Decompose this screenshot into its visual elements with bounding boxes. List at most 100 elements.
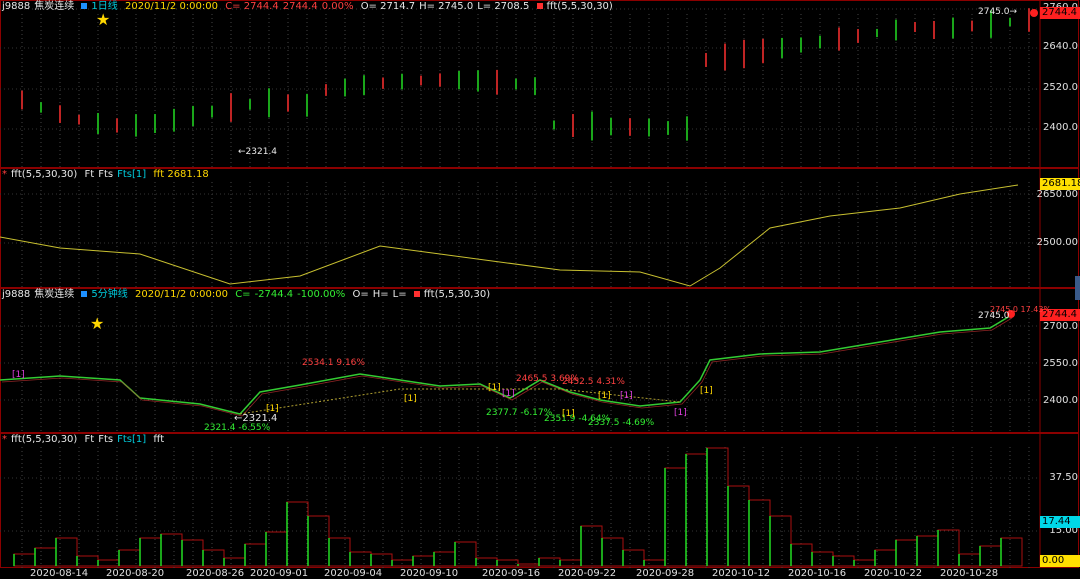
histogram-bar [223,557,246,567]
date-label: 2020-09-22 [558,568,617,579]
indicator-name[interactable]: fft(5,5,30,30) [424,289,490,300]
period-icon[interactable] [81,291,88,297]
histogram-bar [853,559,876,567]
histogram-bar [328,537,351,567]
scroll-handle[interactable] [1075,276,1080,300]
annotation: 2377.7 -6.17% [486,408,553,418]
star-icon: ★ [90,314,105,333]
pane-border [0,168,1079,288]
fft-histogram-plot[interactable] [0,433,1080,568]
high-value: H= 2745.0 [419,1,474,12]
histogram-bar [202,549,225,567]
last-value: 2744.4 [282,1,318,12]
annotation: 2452.5 4.31% [562,377,625,387]
histogram-bar [811,551,834,567]
signal-marker: [1] [562,409,575,419]
date-label: 2020-09-04 [324,568,383,579]
histogram-bar [244,543,267,567]
histogram-bar [601,537,624,567]
indicator-name[interactable]: fft(5,5,30,30) [11,169,77,180]
date-label: 2020-08-20 [106,568,165,579]
daily-candle-plot[interactable] [0,0,1080,168]
axis-label: 2550.0 [1043,358,1078,369]
histogram-bar [433,551,456,567]
signal-marker: [1] [502,389,515,399]
fft-value: fft 2681.18 [153,169,209,180]
low-label: L= [392,289,407,300]
histogram-bar [76,555,99,567]
daily-header: j9888 焦炭连续 1日线 2020/11/2 0:00:00 C= 2744.… [2,1,617,13]
histogram-bar [265,531,288,567]
histogram-bar [580,525,603,567]
axis-label: 2640.0 [1043,41,1078,52]
histogram-bar [958,553,981,567]
histogram-bar [937,529,960,567]
fts1-label: Fts[1] [117,434,147,445]
histogram-bar [118,549,141,567]
histogram-bar [727,485,750,567]
histogram-bar [370,553,393,567]
axis-label: 2700.0 [1043,321,1078,332]
fft-histogram-pane[interactable]: * fft(5,5,30,30) Ft Fts Fts[1] fft 37.50 15… [0,433,1080,568]
price-line-shadow [1,317,1013,417]
histogram-bar [412,555,435,567]
signal-marker: [1] [620,391,633,401]
indicator-name[interactable]: fft(5,5,30,30) [11,434,77,445]
symbol-code: j9888 [2,289,31,300]
histogram-bar [517,563,540,567]
indicator-icon[interactable] [413,291,420,297]
signal-marker: [1] [404,394,417,404]
histogram-bar [475,557,498,567]
period-label[interactable]: 5分钟线 [91,289,127,300]
histogram-bar [13,553,36,567]
histogram-bar [139,537,162,567]
high-pct: 2745.0 17.43% [990,305,1052,314]
date-label: 2020-09-10 [400,568,459,579]
histogram-bar [874,549,897,567]
fft-value: fft [153,434,165,445]
fft-curve [0,184,1019,287]
symbol-name: 焦炭连续 [34,289,75,300]
signal-marker: [1] [266,404,279,414]
open-value: O= 2714.7 [360,1,416,12]
minute-header: j9888 焦炭连续 5分钟线 2020/11/2 0:00:00 C= -2744… [2,289,494,301]
low-value: L= 2708.5 [477,1,530,12]
change-pct: 0.00% [321,1,354,12]
annotation: 2337.5 -4.69% [588,418,655,428]
date-label: 2020-10-16 [788,568,847,579]
high-label: H= [372,289,389,300]
daily-chart-pane[interactable]: j9888 焦炭连续 1日线 2020/11/2 0:00:00 C= 2744.… [0,0,1080,168]
signal-marker: [1] [674,408,687,418]
histogram-bar [748,499,771,567]
zero-tag: 0.00 [1040,555,1080,567]
axis-label: 37.50 [1049,472,1078,483]
axis-label: 2520.0 [1043,82,1078,93]
date-label: 2020-09-28 [636,568,695,579]
histogram-bar [349,551,372,567]
axis-label: 2500.00 [1036,237,1078,248]
signal-marker: [1] [700,386,713,396]
histogram-bar [832,555,855,567]
ft-label: Ft [84,169,95,180]
axis-label: 2650.00 [1036,189,1078,200]
close-label: C= [235,289,251,300]
signal-marker: [1] [488,383,501,393]
date-label: 2020-10-22 [864,568,923,579]
histogram-bar [559,559,582,567]
close-value: C= 2744.4 [225,1,279,12]
histogram-bar [538,557,561,567]
indicator-icon[interactable] [536,3,543,9]
period-icon[interactable] [81,3,88,9]
histogram-bar [286,501,309,567]
fts-label: Fts [98,169,114,180]
open-label: O= [352,289,369,300]
indicator-name[interactable]: fft(5,5,30,30) [547,1,613,12]
fts-label: Fts [98,434,114,445]
axis-label: 2400.0 [1043,395,1078,406]
histogram-bar [769,515,792,567]
minute-chart-pane[interactable]: j9888 焦炭连续 5分钟线 2020/11/2 0:00:00 C= -2744… [0,288,1080,433]
fft-line-plot[interactable] [0,168,1080,288]
histogram-bar [643,559,666,567]
fft-line-pane[interactable]: * fft(5,5,30,30) Ft Fts Fts[1] fft 2681.18 … [0,168,1080,288]
histogram-bar [97,559,120,567]
